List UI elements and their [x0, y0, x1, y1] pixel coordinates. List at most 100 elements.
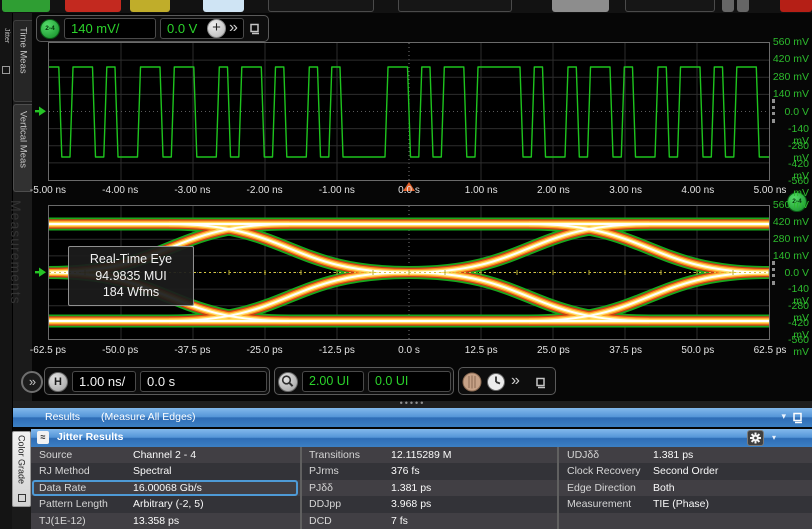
eye-annotation-title: Real-Time Eye [71, 251, 191, 268]
x-axis-label: -5.00 ns [16, 185, 80, 196]
undock-icon[interactable] [535, 376, 547, 394]
toolbar-fragment [625, 0, 715, 12]
undock-icon[interactable] [249, 22, 261, 40]
toolbar-fragment [737, 0, 749, 12]
toolbar-fragment [203, 0, 244, 12]
eye-annotation-wfms: 184 Wfms [71, 284, 191, 301]
tab-time-meas[interactable]: Time Meas [13, 20, 32, 102]
x-axis-label: -12.5 ps [305, 345, 369, 356]
result-label: PJδδ [309, 480, 333, 496]
add-waveform-button[interactable]: + [207, 19, 226, 38]
vertical-scale-field[interactable]: 140 mV/ [64, 18, 156, 39]
zoom-badge-icon[interactable] [278, 372, 298, 392]
clipped-top-toolbar [0, 0, 812, 13]
x-axis-label: -37.5 ps [160, 345, 224, 356]
time-position-field[interactable]: 0.0 s [140, 371, 267, 392]
panel-splitter[interactable]: ••••• [13, 401, 812, 408]
result-value: TIE (Phase) [653, 496, 709, 512]
channel-2-4-badge[interactable]: 2-4 [40, 19, 60, 39]
column-divider [557, 447, 559, 529]
result-value: Both [653, 480, 675, 496]
toolbar-fragment [268, 0, 374, 12]
y-axis-label: 420 mV [771, 216, 809, 228]
trigger-marker-icon[interactable] [35, 104, 47, 122]
y-axis-label: 420 mV [771, 53, 809, 65]
x-axis-label: -3.00 ns [160, 185, 224, 196]
waveform-display[interactable] [48, 42, 770, 181]
horizontal-badge[interactable]: H [48, 372, 68, 392]
y-axis-label: 140 mV [771, 250, 809, 262]
expand-toolbar-button[interactable]: » [21, 371, 43, 393]
x-axis-label: -62.5 ps [16, 345, 80, 356]
collapse-icon[interactable]: ▾ [781, 411, 786, 422]
time-scale-field[interactable]: 1.00 ns/ [72, 371, 136, 392]
result-label: Pattern Length [39, 496, 108, 512]
results-table: SourceChannel 2 - 4RJ MethodSpectralData… [31, 447, 812, 529]
eye-annotation-mui: 94.9835 MUI [71, 268, 191, 285]
x-axis-label: 5.00 ns [738, 185, 802, 196]
result-value: Spectral [133, 463, 172, 479]
x-axis-label: 37.5 ps [594, 345, 658, 356]
result-value: 376 fs [391, 463, 420, 479]
y-axis-label: 0.0 V [771, 267, 809, 279]
tab-label: Color Grade [17, 435, 27, 484]
trigger-marker-icon[interactable] [35, 265, 47, 283]
undock-icon[interactable] [792, 412, 804, 427]
result-label: Source [39, 447, 72, 463]
result-label: Clock Recovery [567, 463, 641, 479]
toolbar-fragment [65, 0, 121, 12]
ui-position-field[interactable]: 0.0 UI [368, 371, 451, 392]
y-axis-label: 0.0 V [771, 106, 809, 118]
results-title: Results [45, 411, 80, 423]
result-value: 7 fs [391, 513, 408, 529]
jitter-results-title: Jitter Results [57, 431, 124, 443]
y-axis-label: 280 mV [771, 71, 809, 83]
y-axis-label: 280 mV [771, 233, 809, 245]
measurements-watermark: Measurements [8, 200, 24, 396]
jitter-panel-tab[interactable]: Jitter [0, 28, 13, 80]
column-divider [300, 447, 302, 529]
acquisition-buttons: » [458, 367, 556, 395]
result-label: DCD [309, 513, 332, 529]
dropdown-icon[interactable]: ▾ [772, 433, 776, 442]
toolbar-fragment [398, 0, 512, 12]
expand-chevrons-icon[interactable]: » [511, 371, 520, 391]
clock-icon[interactable] [486, 372, 506, 397]
jitter-tab-label: Jitter [3, 28, 10, 43]
y-axis-label: 140 mV [771, 88, 809, 100]
tab-label: Vertical Meas [18, 111, 29, 168]
x-axis-label: 62.5 ps [738, 345, 802, 356]
x-axis-label: 25.0 ps [521, 345, 585, 356]
y-axis-label: 560 mV [771, 199, 809, 211]
x-axis-label: -2.00 ns [233, 185, 297, 196]
result-label: PJrms [309, 463, 339, 479]
horizontal-toolbar: H 1.00 ns/ 0.0 s [44, 367, 270, 395]
result-label: Measurement [567, 496, 631, 512]
x-axis-label: -4.00 ns [88, 185, 152, 196]
x-axis-label: -1.00 ns [305, 185, 369, 196]
intensity-knob-icon[interactable] [462, 372, 482, 397]
tab-vertical-meas[interactable]: Vertical Meas [13, 104, 32, 192]
expand-chevrons-icon[interactable]: » [229, 18, 238, 38]
result-value: 13.358 ps [133, 513, 179, 529]
x-axis-label: 0.0 s [377, 185, 441, 196]
result-label: Transitions [309, 447, 360, 463]
y-axis-label: 560 mV [771, 36, 809, 48]
result-label: RJ Method [39, 463, 90, 479]
oscilloscope-window: Jitter Time Meas Vertical Meas Measureme… [0, 0, 812, 529]
results-header[interactable]: Results (Measure All Edges) ▾ [13, 408, 812, 427]
settings-gear-icon[interactable] [747, 430, 764, 446]
result-value: 12.115289 M [391, 447, 452, 463]
jitter-results-bar[interactable]: ≈ Jitter Results ▾ [31, 429, 812, 447]
ui-scale-field[interactable]: 2.00 UI [302, 371, 364, 392]
x-axis-label: -25.0 ps [233, 345, 297, 356]
x-axis-label: 1.00 ns [449, 185, 513, 196]
toolbar-fragment [552, 0, 609, 12]
tab-color-grade[interactable]: Color Grade [12, 431, 31, 507]
selected-row-outline[interactable] [32, 480, 298, 496]
channel-toolbar: 2-4 140 mV/ 0.0 V + » [36, 15, 269, 42]
toolbar-fragment [130, 0, 170, 12]
toolbar-fragment [2, 0, 50, 12]
result-value: 3.968 ps [391, 496, 431, 512]
result-value: Channel 2 - 4 [133, 447, 196, 463]
